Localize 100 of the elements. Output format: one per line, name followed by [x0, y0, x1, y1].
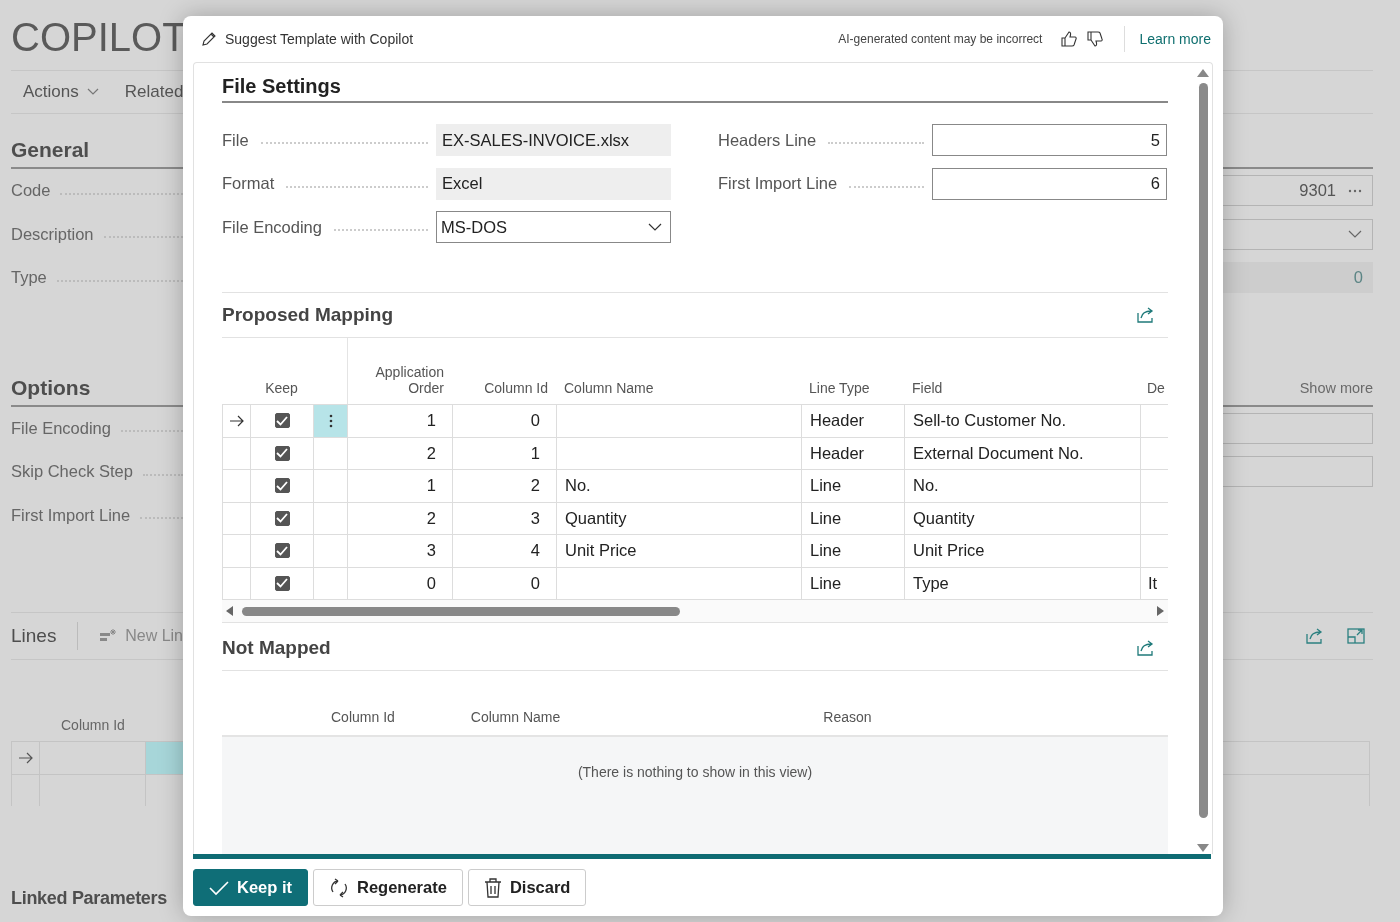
trash-icon	[483, 877, 502, 898]
table-cell: 1	[347, 470, 452, 503]
keep-checkbox[interactable]	[274, 478, 290, 494]
thumbs-down-icon[interactable]	[1086, 30, 1105, 48]
input-field[interactable]: 6	[932, 167, 1167, 200]
section-heading: Linked Parameters	[11, 888, 167, 908]
scrollbar-thumb[interactable]	[242, 606, 680, 616]
column-header: Reason	[823, 709, 872, 725]
column-header: Column Id	[61, 717, 125, 733]
table-cell: 2	[452, 470, 556, 503]
action-menu[interactable]: Related	[124, 82, 184, 102]
keep-button[interactable]: Keep it	[193, 869, 308, 906]
share-icon[interactable]	[1136, 639, 1156, 657]
scroll-left-icon[interactable]	[226, 606, 234, 616]
field-label: First Import Line	[718, 174, 838, 193]
disclaimer-text: AI-generated content may be incorrect	[838, 32, 1043, 46]
field-label: Headers Line	[718, 130, 817, 150]
field-label: File Encoding	[11, 418, 111, 438]
pencil-icon	[201, 31, 217, 47]
table-cell: 4	[452, 535, 556, 568]
more-options-icon[interactable]	[328, 413, 333, 428]
field-label: Format	[222, 174, 275, 193]
table-cell	[1140, 535, 1168, 568]
keep-checkbox[interactable]	[274, 543, 290, 559]
field-label: File	[222, 130, 249, 150]
chevron-down-icon	[1348, 230, 1362, 239]
code-field[interactable]: 9301	[1222, 175, 1373, 207]
column-header: Application Order	[374, 364, 444, 396]
column-header: Column Name	[470, 709, 561, 725]
table-cell: Sell-to Customer No.	[904, 405, 1140, 438]
share-icon[interactable]	[1305, 627, 1325, 645]
page-title: COPILOT	[11, 14, 187, 60]
arrow-right-icon	[228, 414, 245, 427]
field-label: First Import Line	[11, 505, 131, 525]
keep-checkbox[interactable]	[274, 575, 290, 591]
share-icon[interactable]	[1136, 306, 1156, 324]
chevron-down-icon	[648, 223, 662, 231]
column-header: Column Name	[564, 380, 654, 396]
action-menu[interactable]: Actions	[23, 82, 99, 102]
row-selector[interactable]	[11, 741, 39, 774]
table-cell: External Document No.	[904, 437, 1140, 470]
section-heading: Proposed Mapping	[222, 304, 393, 326]
arrow-right-icon	[17, 751, 34, 764]
refresh-icon	[329, 877, 349, 898]
dialog-title: Suggest Template with Copilot	[225, 31, 414, 47]
type-field: 0	[1222, 262, 1373, 294]
column-header: Keep	[265, 380, 298, 396]
input-field[interactable]	[1222, 412, 1373, 444]
readonly-field: Excel	[436, 167, 671, 200]
empty-message: (There is nothing to show in this view)	[577, 764, 813, 780]
section-heading: Options	[11, 375, 91, 400]
regenerate-button[interactable]: Regenerate	[313, 869, 463, 906]
scroll-right-icon[interactable]	[1156, 606, 1164, 616]
scrollbar-thumb[interactable]	[1198, 83, 1208, 818]
row-selector[interactable]	[222, 405, 250, 438]
chevron-down-icon	[86, 88, 99, 96]
section-heading: General	[11, 138, 90, 162]
section-heading: File Settings	[222, 75, 1168, 103]
column-header: Column Id	[331, 709, 395, 725]
scroll-up-icon[interactable]	[1197, 69, 1209, 77]
show-more-link[interactable]: Show more	[1299, 379, 1373, 396]
learn-more-link[interactable]: Learn more	[1139, 31, 1211, 47]
check-icon	[209, 879, 229, 896]
column-header: Field	[912, 380, 943, 396]
table-cell: Line	[801, 470, 904, 503]
table-cell	[145, 741, 183, 774]
table-cell	[1140, 470, 1168, 503]
field-label: Skip Check Step	[11, 462, 133, 482]
column-header: Column Id	[484, 380, 548, 396]
keep-checkbox[interactable]	[274, 445, 290, 461]
column-header: Line Type	[809, 380, 870, 396]
thumbs-up-icon[interactable]	[1060, 30, 1079, 48]
table-cell: Quantity	[556, 502, 801, 535]
input-field[interactable]: 5	[932, 124, 1167, 156]
table-cell: 0	[452, 405, 556, 438]
section-heading: Lines	[11, 625, 57, 647]
table-cell: Quantity	[904, 502, 1140, 535]
field-label: File Encoding	[222, 217, 322, 237]
discard-button[interactable]: Discard	[467, 869, 587, 906]
table-cell: 2	[347, 437, 452, 470]
table-cell: Header	[801, 405, 904, 438]
expand-icon[interactable]	[1347, 627, 1365, 645]
column-header: De	[1147, 380, 1165, 396]
field-label: Description	[11, 224, 94, 244]
input-field[interactable]	[1222, 456, 1373, 488]
keep-checkbox[interactable]	[274, 510, 290, 526]
section-heading: Not Mapped	[222, 637, 331, 659]
table-cell: Unit Price	[904, 535, 1140, 568]
table-cell	[1140, 502, 1168, 535]
scroll-down-icon[interactable]	[1197, 844, 1209, 852]
table-cell: 1	[347, 405, 452, 438]
table-cell: No.	[556, 470, 801, 503]
table-cell: 3	[452, 502, 556, 535]
table-cell: 3	[347, 535, 452, 568]
readonly-field: EX-SALES-INVOICE.xlsx	[436, 124, 671, 156]
field-label: Code	[11, 181, 51, 201]
keep-checkbox[interactable]	[274, 413, 290, 429]
dropdown-field[interactable]: MS-DOS	[436, 211, 671, 243]
more-icon[interactable]	[1348, 188, 1362, 193]
table-cell: Line	[801, 502, 904, 535]
